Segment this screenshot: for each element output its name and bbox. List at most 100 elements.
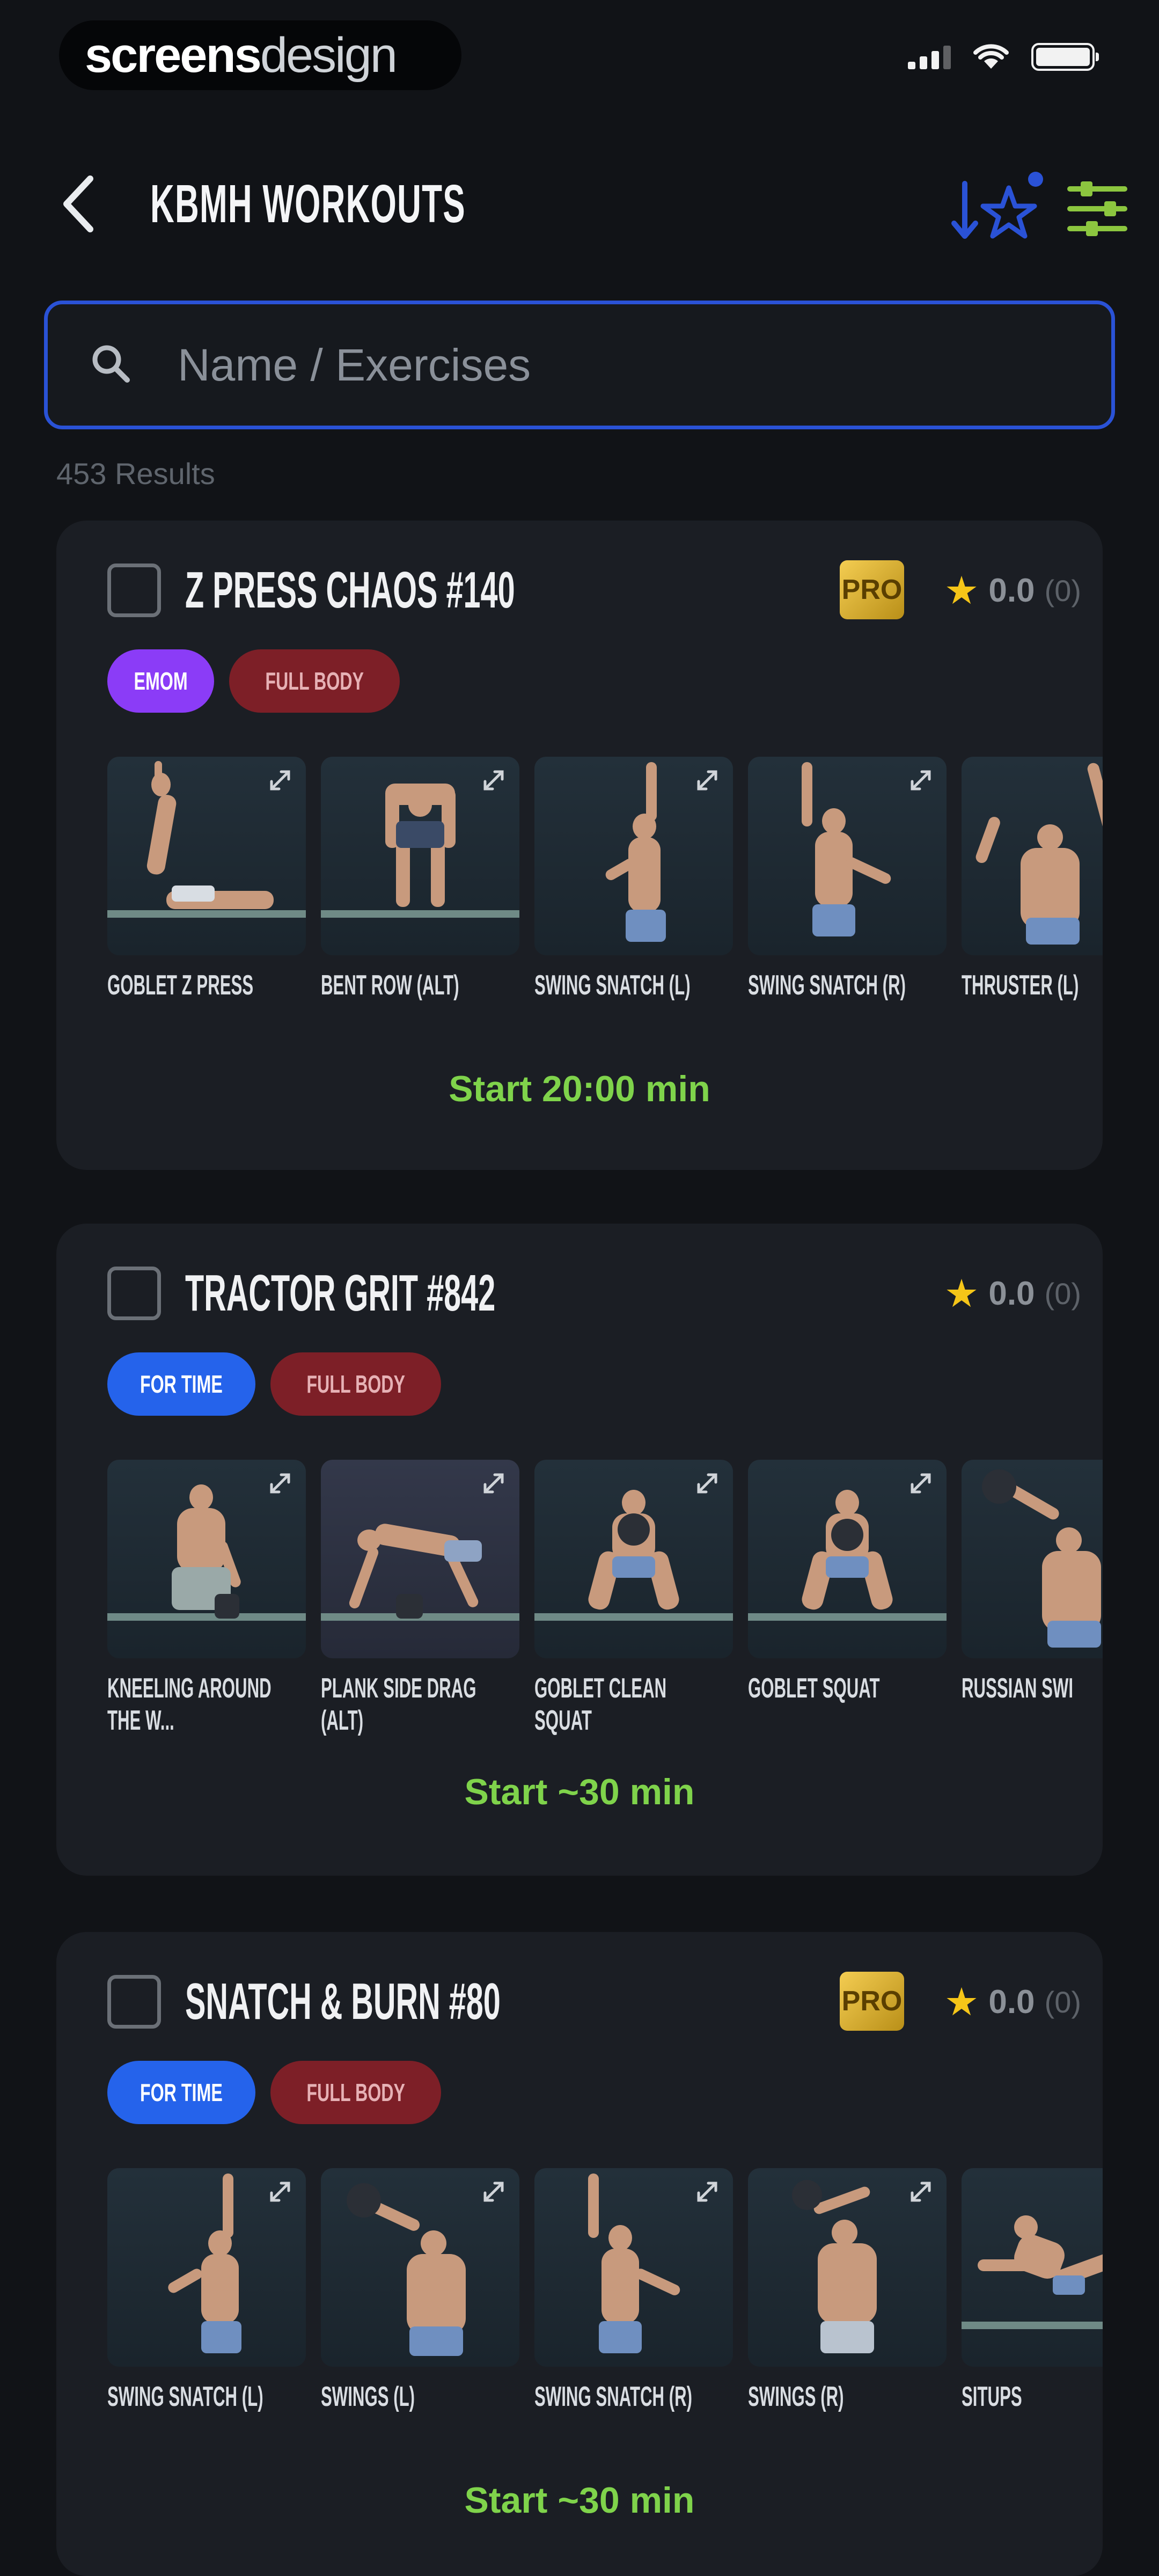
exercise-thumbnail[interactable]: [321, 2168, 519, 2367]
rating: ★ 0.0 (0): [944, 1261, 1081, 1326]
select-checkbox[interactable]: [107, 1267, 161, 1320]
expand-icon[interactable]: [694, 1470, 720, 1496]
rating-count: (0): [1044, 1985, 1081, 2019]
expand-icon[interactable]: [908, 767, 934, 793]
expand-icon[interactable]: [908, 2179, 934, 2205]
exercise-strip[interactable]: SWING SNATCH (L) SWINGS (L) SWING SNATCH…: [107, 2168, 1103, 2469]
exercise-thumbnail[interactable]: [534, 757, 733, 955]
star-icon: ★: [944, 569, 979, 612]
rating-count: (0): [1044, 1276, 1081, 1311]
exercise-item[interactable]: BENT ROW (ALT): [321, 757, 519, 1001]
exercise-label: GOBLET CLEAN SQUAT: [534, 1673, 667, 1736]
results-count: 453 Results: [56, 457, 215, 491]
pro-badge: PRO: [840, 1972, 904, 2031]
exercise-item[interactable]: SWINGS (R): [748, 2168, 947, 2413]
expand-icon[interactable]: [694, 767, 720, 793]
tag: FULL BODY: [270, 2061, 442, 2124]
select-checkbox[interactable]: [107, 564, 161, 617]
card-header: SNATCH & BURN #80 PRO ★ 0.0 (0): [107, 1970, 1081, 2034]
search-icon: [92, 345, 130, 383]
workout-title: Z PRESS CHAOS #140: [185, 561, 515, 619]
exercise-item[interactable]: SITUPS: [962, 2168, 1103, 2413]
exercise-thumbnail[interactable]: [107, 757, 306, 955]
rating-value: 0.0: [988, 572, 1035, 609]
start-button[interactable]: Start ~30 min: [56, 2479, 1103, 2521]
exercise-item[interactable]: GOBLET CLEAN SQUAT: [534, 1460, 733, 1737]
expand-icon[interactable]: [267, 2179, 293, 2205]
star-icon: ★: [944, 1981, 979, 2024]
exercise-thumbnail[interactable]: [107, 1460, 306, 1658]
expand-icon[interactable]: [908, 1470, 934, 1496]
search-bar[interactable]: [44, 301, 1115, 429]
filter-button[interactable]: [1062, 174, 1132, 244]
expand-icon[interactable]: [267, 1470, 293, 1496]
exercise-label: SWINGS (R): [748, 2381, 844, 2412]
exercise-item[interactable]: PLANK SIDE DRAG (ALT): [321, 1460, 519, 1737]
status-bar: screens design: [0, 0, 1159, 113]
exercise-thumbnail[interactable]: [748, 1460, 947, 1658]
exercise-label: BENT ROW (ALT): [321, 970, 459, 1001]
back-button[interactable]: [48, 172, 107, 236]
search-input[interactable]: [177, 338, 1037, 392]
expand-icon[interactable]: [481, 1470, 507, 1496]
favorites-sort-button[interactable]: [950, 167, 1046, 248]
card-header: TRACTOR GRIT #842 ★ 0.0 (0): [107, 1261, 1081, 1326]
rating-value: 0.0: [988, 1983, 1035, 2021]
chevron-left-icon: [63, 175, 93, 232]
exercise-item[interactable]: GOBLET Z PRESS: [107, 757, 306, 1001]
exercise-thumbnail[interactable]: [748, 2168, 947, 2367]
rating: ★ 0.0 (0): [944, 558, 1081, 623]
exercise-thumbnail[interactable]: [107, 2168, 306, 2367]
exercise-item[interactable]: SWING SNATCH (R): [534, 2168, 733, 2413]
tag-list: EMOM FULL BODY: [107, 649, 400, 713]
battery-icon: [1031, 43, 1099, 71]
expand-icon[interactable]: [481, 767, 507, 793]
exercise-item[interactable]: SWING SNATCH (L): [534, 757, 733, 1001]
exercise-label: GOBLET SQUAT: [748, 1673, 880, 1704]
workout-card[interactable]: TRACTOR GRIT #842 ★ 0.0 (0) FOR TIME FUL…: [56, 1224, 1103, 1876]
exercise-label: KNEELING AROUND THE W...: [107, 1673, 272, 1736]
expand-icon[interactable]: [481, 2179, 507, 2205]
start-button[interactable]: Start 20:00 min: [56, 1068, 1103, 1110]
exercise-item[interactable]: THRUSTER (L): [962, 757, 1103, 1001]
pro-badge: PRO: [840, 560, 904, 619]
exercise-thumbnail[interactable]: [962, 757, 1103, 955]
brand-watermark: screens design: [59, 20, 461, 90]
exercise-label: SWING SNATCH (R): [748, 970, 906, 1001]
exercise-item[interactable]: RUSSIAN SWI: [962, 1460, 1103, 1704]
expand-icon[interactable]: [267, 767, 293, 793]
sliders-icon: [1067, 181, 1127, 236]
workout-card[interactable]: SNATCH & BURN #80 PRO ★ 0.0 (0) FOR TIME…: [56, 1932, 1103, 2576]
exercise-thumbnail[interactable]: [534, 2168, 733, 2367]
exercise-label: SWING SNATCH (L): [107, 2381, 263, 2412]
exercise-label: SWINGS (L): [321, 2381, 415, 2412]
exercise-thumbnail[interactable]: [534, 1460, 733, 1658]
expand-icon[interactable]: [694, 2179, 720, 2205]
rating: ★ 0.0 (0): [944, 1970, 1081, 2034]
select-checkbox[interactable]: [107, 1975, 161, 2029]
exercise-thumbnail[interactable]: [748, 757, 947, 955]
exercise-label: PLANK SIDE DRAG (ALT): [321, 1673, 476, 1736]
exercise-label: SWING SNATCH (R): [534, 2381, 693, 2412]
exercise-item[interactable]: SWING SNATCH (R): [748, 757, 947, 1001]
exercise-label: THRUSTER (L): [962, 970, 1079, 1001]
workout-card[interactable]: Z PRESS CHAOS #140 PRO ★ 0.0 (0) EMOM FU…: [56, 521, 1103, 1170]
exercise-strip[interactable]: KNEELING AROUND THE W... PLANK SIDE DRAG…: [107, 1460, 1103, 1760]
exercise-thumbnail[interactable]: [962, 2168, 1103, 2367]
page-title: KBMH WORKOUTS: [150, 174, 466, 234]
exercise-item[interactable]: SWINGS (L): [321, 2168, 519, 2413]
exercise-thumbnail[interactable]: [321, 1460, 519, 1658]
status-icons: [908, 43, 1099, 71]
exercise-item[interactable]: GOBLET SQUAT: [748, 1460, 947, 1704]
exercise-thumbnail[interactable]: [962, 1460, 1103, 1658]
start-button[interactable]: Start ~30 min: [56, 1771, 1103, 1813]
nav-header: KBMH WORKOUTS: [0, 161, 1159, 247]
tag-list: FOR TIME FULL BODY: [107, 1352, 442, 1416]
exercise-item[interactable]: KNEELING AROUND THE W...: [107, 1460, 306, 1737]
signal-icon: [908, 45, 951, 69]
exercise-thumbnail[interactable]: [321, 757, 519, 955]
exercise-strip[interactable]: GOBLET Z PRESS BENT ROW (ALT) SWING SNAT…: [107, 757, 1103, 1057]
wifi-icon: [973, 44, 1009, 69]
tag-list: FOR TIME FULL BODY: [107, 2061, 442, 2124]
exercise-item[interactable]: SWING SNATCH (L): [107, 2168, 306, 2413]
